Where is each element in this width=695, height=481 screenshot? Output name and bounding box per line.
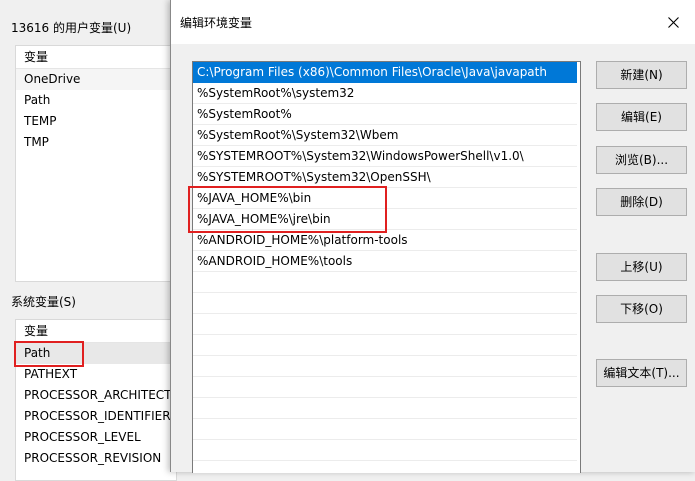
delete-button[interactable]: 删除(D) (596, 188, 687, 216)
path-list-item[interactable]: %SystemRoot%\system32 (193, 83, 577, 104)
list-item[interactable]: PROCESSOR_IDENTIFIER (16, 406, 176, 427)
user-vars-list[interactable]: 变量 OneDrive Path TEMP TMP (15, 45, 177, 282)
close-button[interactable] (650, 0, 695, 44)
list-item[interactable]: PATHEXT (16, 364, 176, 385)
path-list-item[interactable]: C:\Program Files (x86)\Common Files\Orac… (193, 62, 577, 83)
empty-row[interactable] (193, 272, 577, 293)
empty-row[interactable] (193, 377, 577, 398)
sys-vars-list[interactable]: 变量 Path PATHEXT PROCESSOR_ARCHITECT... P… (15, 319, 177, 481)
list-item[interactable]: TMP (16, 132, 176, 153)
path-list-item[interactable]: %ANDROID_HOME%\platform-tools (193, 230, 577, 251)
user-vars-column-header[interactable]: 变量 (16, 46, 176, 69)
empty-row[interactable] (193, 419, 577, 440)
path-list-item[interactable]: %SystemRoot%\System32\Wbem (193, 125, 577, 146)
title-bar: 编辑环境变量 (171, 0, 695, 44)
empty-row[interactable] (193, 314, 577, 335)
edit-env-var-dialog: 编辑环境变量 C:\Program Files (x86)\Common Fil… (170, 0, 695, 473)
edit-text-button[interactable]: 编辑文本(T)... (596, 359, 687, 387)
path-list[interactable]: C:\Program Files (x86)\Common Files\Orac… (192, 61, 581, 473)
edit-button[interactable]: 编辑(E) (596, 103, 687, 131)
browse-button[interactable]: 浏览(B)... (596, 146, 687, 174)
path-list-item[interactable]: %SystemRoot% (193, 104, 577, 125)
user-vars-label: 13616 的用户变量(U) (11, 21, 132, 35)
list-item[interactable]: Path (16, 90, 176, 111)
list-item[interactable]: TEMP (16, 111, 176, 132)
path-list-item[interactable]: %ANDROID_HOME%\tools (193, 251, 577, 272)
move-down-button[interactable]: 下移(O) (596, 295, 687, 323)
empty-row[interactable] (193, 356, 577, 377)
path-list-item[interactable]: %SYSTEMROOT%\System32\WindowsPowerShell\… (193, 146, 577, 167)
empty-row[interactable] (193, 398, 577, 419)
path-list-item[interactable]: %SYSTEMROOT%\System32\OpenSSH\ (193, 167, 577, 188)
sys-vars-label: 系统变量(S) (11, 295, 76, 309)
empty-row[interactable] (193, 440, 577, 461)
close-icon (667, 16, 679, 28)
empty-row[interactable] (193, 293, 577, 314)
sys-vars-column-header[interactable]: 变量 (16, 320, 176, 343)
path-list-item[interactable]: %JAVA_HOME%\jre\bin (193, 209, 577, 230)
list-item[interactable]: PROCESSOR_LEVEL (16, 427, 176, 448)
empty-row[interactable] (193, 335, 577, 356)
list-item[interactable]: Path (16, 343, 176, 364)
list-item[interactable]: PROCESSOR_ARCHITECT... (16, 385, 176, 406)
list-item[interactable]: OneDrive (16, 69, 176, 90)
list-item[interactable]: PROCESSOR_REVISION (16, 448, 176, 469)
path-list-item[interactable]: %JAVA_HOME%\bin (193, 188, 577, 209)
new-button[interactable]: 新建(N) (596, 61, 687, 89)
empty-row[interactable] (193, 461, 577, 473)
move-up-button[interactable]: 上移(U) (596, 253, 687, 281)
dialog-title: 编辑环境变量 (180, 16, 253, 30)
